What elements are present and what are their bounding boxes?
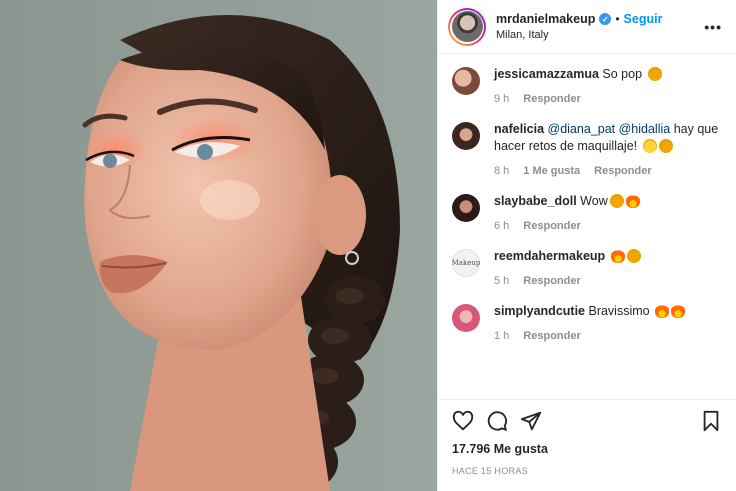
fire-emoji-icon: [655, 304, 670, 318]
post-location[interactable]: Milan, Italy: [496, 29, 704, 41]
post-actions: 17.796 Me gusta HACE 15 HORAS: [438, 399, 736, 491]
mention-link[interactable]: @diana_pat: [548, 122, 616, 136]
star-struck-emoji-icon: [626, 249, 641, 263]
reply-button[interactable]: Responder: [523, 328, 580, 345]
fire-emoji-icon: [610, 249, 625, 263]
reply-button[interactable]: Responder: [523, 273, 580, 290]
comment-time[interactable]: 9 h: [494, 91, 509, 108]
reply-button[interactable]: Responder: [523, 91, 580, 108]
post-photo[interactable]: [0, 0, 437, 491]
post-timestamp[interactable]: HACE 15 HORAS: [452, 466, 722, 476]
comment-username[interactable]: jessicamazzamua: [494, 67, 599, 81]
bookmark-icon[interactable]: [700, 410, 722, 432]
comment-text: Bravissimo: [588, 304, 650, 318]
comment-username[interactable]: reemdahermakeup: [494, 249, 605, 263]
separator-dot: •: [615, 12, 620, 26]
reply-button[interactable]: Responder: [594, 163, 651, 180]
comment-username[interactable]: nafelicia: [494, 122, 544, 136]
comment-text: So pop: [602, 67, 643, 81]
comment-username[interactable]: slaybabe_doll: [494, 194, 577, 208]
share-icon[interactable]: [520, 410, 542, 432]
post-side-panel: mrdanielmakeup ✓ • Seguir Milan, Italy •…: [437, 0, 736, 491]
more-options-icon[interactable]: •••: [704, 19, 722, 35]
likes-number: 17.796: [452, 442, 491, 456]
follow-button[interactable]: Seguir: [624, 12, 663, 26]
mention-link[interactable]: @hidallia: [619, 122, 671, 136]
comment-time[interactable]: 1 h: [494, 328, 509, 345]
comment-item: simplyandcutie Bravissimo 1 h Responder: [452, 303, 722, 345]
star-struck-emoji-icon: [658, 139, 673, 153]
laughing-emoji-icon: [642, 139, 657, 153]
author-username[interactable]: mrdanielmakeup: [496, 12, 595, 26]
post-photo-illustration: [0, 0, 437, 491]
comment-time[interactable]: 8 h: [494, 163, 509, 180]
comment-time[interactable]: 6 h: [494, 218, 509, 235]
commenter-avatar[interactable]: [452, 67, 480, 95]
reply-button[interactable]: Responder: [523, 218, 580, 235]
verified-badge-icon: ✓: [599, 13, 612, 25]
comment-text: Wow: [580, 194, 608, 208]
comment-icon[interactable]: [486, 410, 508, 432]
commenter-avatar[interactable]: [452, 194, 480, 222]
comment-item: slaybabe_doll Wow 6 h Responder: [452, 193, 722, 235]
post-header: mrdanielmakeup ✓ • Seguir Milan, Italy •…: [438, 0, 736, 54]
commenter-avatar[interactable]: Makeup: [452, 249, 480, 277]
comment-item: Makeup reemdahermakeup 5 h Responder: [452, 248, 722, 290]
likes-count[interactable]: 17.796 Me gusta: [452, 442, 722, 456]
comments-list: jessicamazzamua So pop 9 h Responder naf…: [438, 54, 736, 399]
fire-emoji-icon: [625, 194, 640, 208]
commenter-avatar[interactable]: [452, 122, 480, 150]
comment-time[interactable]: 5 h: [494, 273, 509, 290]
author-avatar[interactable]: [448, 7, 486, 46]
comment-likes[interactable]: 1 Me gusta: [523, 163, 580, 180]
star-struck-emoji-icon: [647, 67, 662, 81]
instagram-post: mrdanielmakeup ✓ • Seguir Milan, Italy •…: [0, 0, 736, 491]
comment-item: jessicamazzamua So pop 9 h Responder: [452, 66, 722, 108]
commenter-avatar[interactable]: [452, 304, 480, 332]
likes-label: Me gusta: [493, 442, 548, 456]
comment-item: nafelicia @diana_pat @hidallia hay que h…: [452, 121, 722, 180]
fire-emoji-icon: [671, 304, 686, 318]
heart-icon[interactable]: [452, 410, 474, 432]
comment-username[interactable]: simplyandcutie: [494, 304, 585, 318]
star-struck-emoji-icon: [609, 194, 624, 208]
